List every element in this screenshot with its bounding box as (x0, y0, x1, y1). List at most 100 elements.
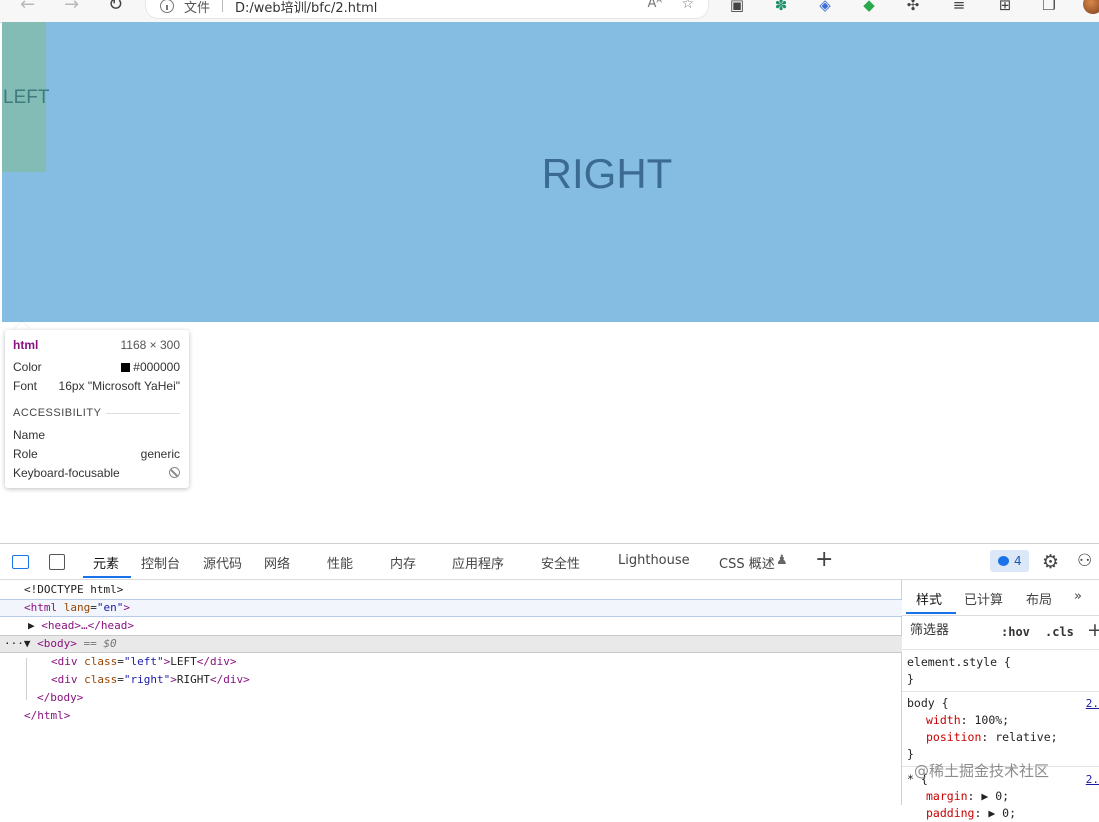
more-panels-chevron-icon[interactable]: » (1074, 589, 1082, 604)
color-swatch (121, 363, 131, 372)
body-selector-line: body {2. (902, 695, 1099, 712)
tab-computed[interactable]: 已计算 (964, 589, 1003, 608)
not-focusable-icon (169, 467, 180, 478)
hov-toggle[interactable]: :hov (1001, 625, 1030, 639)
tab-performance[interactable]: 性能 (327, 553, 353, 572)
body-close-tag: </body> (37, 691, 84, 704)
tooltip-color-label: Color (13, 360, 42, 374)
watermark-text: @稀土掘金技术社区 (914, 762, 1050, 780)
left-div-text: LEFT (170, 655, 197, 668)
position-val: relative; (995, 730, 1058, 744)
customize-icon[interactable]: ⚇ (1077, 551, 1092, 571)
tab-styles[interactable]: 样式 (916, 589, 942, 608)
universal-rule-source-link[interactable]: 2. (1086, 771, 1099, 788)
html-attr-value: "en" (96, 601, 124, 614)
left-div-class: "left" (123, 655, 164, 668)
right-div: RIGHT (2, 22, 1099, 322)
copy-icon[interactable]: ❐ (1040, 0, 1058, 14)
shield-extension-icon[interactable]: ◈ (816, 0, 834, 14)
tooltip-role-value: generic (140, 447, 180, 461)
collections-add-icon[interactable]: ⊞ (996, 0, 1014, 14)
right-text: RIGHT (541, 150, 673, 197)
tab-console[interactable]: 控制台 (141, 553, 180, 572)
tab-elements[interactable]: 元素 (93, 553, 119, 572)
back-arrow-icon[interactable]: ← (20, 0, 35, 15)
tab-sources[interactable]: 源代码 (203, 553, 242, 572)
tab-network[interactable]: 网络 (264, 553, 290, 572)
tab-security[interactable]: 安全性 (541, 553, 580, 572)
device-toolbar-icon[interactable] (49, 554, 65, 570)
styles-tabs: 样式 已计算 布局 » (902, 580, 1099, 616)
width-prop: width (926, 713, 961, 727)
dom-left-div[interactable]: <div class="left">LEFT</div> (0, 653, 952, 671)
tab-application[interactable]: 应用程序 (452, 553, 504, 572)
dom-tree[interactable]: <!DOCTYPE html> <html lang="en"> ▶ <head… (0, 580, 925, 805)
refresh-icon[interactable]: ↻ (108, 0, 123, 15)
forward-arrow-icon[interactable]: → (64, 0, 79, 15)
info-icon[interactable] (160, 0, 174, 13)
accessibility-title: ACCESSIBILITY (13, 407, 102, 419)
cls-toggle[interactable]: .cls (1045, 625, 1074, 639)
tooltip-size: 1168 × 300 (120, 338, 180, 352)
tab-lighthouse[interactable]: Lighthouse (618, 553, 690, 568)
inspect-element-icon[interactable] (12, 555, 29, 569)
expand-triangle-icon[interactable]: ▶ (28, 619, 41, 632)
left-text: LEFT (3, 87, 50, 108)
settings-gear-icon[interactable]: ⚙ (1042, 551, 1059, 573)
dom-html-close[interactable]: </html> (0, 707, 925, 725)
dom-right-div[interactable]: <div class="right">RIGHT</div> (0, 671, 952, 689)
message-icon (998, 556, 1009, 566)
tooltip-font-value: 16px "Microsoft YaHei" (58, 379, 180, 393)
body-rule[interactable]: body {2. width: 100%; position: relative… (902, 691, 1099, 767)
tab-layout[interactable]: 布局 (1026, 589, 1052, 608)
position-declaration[interactable]: position: relative; (902, 729, 1099, 746)
dom-body-close[interactable]: </body> (0, 689, 938, 707)
element-style-selector: element.style { (907, 655, 1011, 669)
dom-body-node[interactable]: ···▼ <body> == $0 (0, 635, 905, 653)
new-rule-plus-icon[interactable]: + (1087, 619, 1099, 641)
dom-html-node[interactable]: <html lang="en"> (0, 599, 925, 617)
margin-val: 0; (995, 789, 1010, 803)
styles-filter-input[interactable]: 筛选器 (906, 619, 992, 643)
margin-declaration[interactable]: margin: ▶ 0; (902, 788, 1099, 805)
more-tabs-plus-icon[interactable]: + (815, 547, 833, 572)
read-aloud-icon[interactable]: Aᴬ (648, 0, 663, 11)
extension-puzzle-icon[interactable]: ✽ (772, 0, 790, 14)
extensions-icon[interactable]: ✣ (904, 0, 922, 14)
padding-declaration[interactable]: padding: ▶ 0; (902, 805, 1099, 822)
indent-guide (26, 658, 27, 700)
adguard-icon[interactable]: ◆ (860, 0, 878, 14)
tooltip-name-label: Name (13, 428, 46, 442)
body-rule-source-link[interactable]: 2. (1086, 695, 1099, 712)
accessibility-divider (106, 413, 180, 414)
padding-prop: padding (926, 806, 975, 820)
tooltip-tag: html (13, 338, 39, 352)
tooltip-color-value: #000000 (133, 360, 180, 374)
html-attr-name: lang (63, 601, 91, 614)
position-prop: position (926, 730, 982, 744)
dom-doctype[interactable]: <!DOCTYPE html> (0, 581, 925, 599)
tab-memory[interactable]: 内存 (390, 553, 416, 572)
issues-count: 4 (1014, 554, 1022, 568)
inspect-tooltip: html 1168 × 300 Color #000000 Font 16px … (5, 330, 189, 488)
left-div: LEFT (2, 22, 50, 172)
url-text[interactable]: D:/web培训/bfc/2.html (235, 0, 377, 16)
doctype-text: <!DOCTYPE html> (24, 583, 124, 596)
width-val: 100%; (974, 713, 1010, 727)
profile-avatar[interactable] (1083, 0, 1099, 14)
more-dots-icon[interactable]: ··· (4, 637, 24, 650)
element-style-rule[interactable]: element.style { } (902, 650, 1099, 692)
favorites-list-icon[interactable]: ≡ (950, 0, 968, 14)
active-tab-indicator (83, 576, 131, 578)
collapse-triangle-icon[interactable]: ▼ (24, 637, 37, 650)
dom-head-node[interactable]: ▶ <head>…</head> (0, 617, 929, 635)
collections-icon[interactable]: ▣ (728, 0, 746, 14)
address-bar[interactable]: 文件 D:/web培训/bfc/2.html Aᴬ ☆ (146, 0, 708, 18)
tab-css-overview[interactable]: CSS 概述 (719, 553, 775, 572)
width-declaration[interactable]: width: 100%; (902, 712, 1099, 729)
add-favorite-icon[interactable]: ☆ (681, 0, 694, 12)
issues-badge[interactable]: 4 (990, 550, 1029, 572)
margin-prop: margin (926, 789, 968, 803)
padding-val: 0; (1002, 806, 1017, 820)
tooltip-font-label: Font (13, 379, 38, 393)
